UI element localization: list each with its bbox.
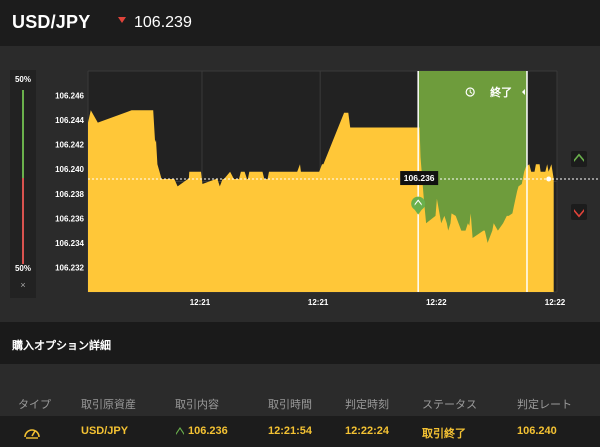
header-content: 取引内容 [175,399,219,411]
header-rate: 判定レート [517,399,572,411]
x-tick-label: 12:21 [190,298,211,307]
y-tick-label: 106.236 [55,214,84,223]
current-rate-label: 106.236 [400,171,439,186]
trend-down-icon [118,17,126,23]
table-row[interactable]: USD/JPY 106.236 12:21:54 12:22:24 取引終了 1… [0,416,600,447]
x-tick-label: 12:22 [426,298,447,307]
purchase-details-title: 購入オプション詳細 [12,340,111,352]
direction-up-icon [176,427,184,435]
buy-high-button[interactable] [571,151,587,167]
y-tick-label: 106.234 [55,239,84,248]
purchase-details-header: 購入オプション詳細 [0,322,600,364]
header-status: ステータス [422,399,477,411]
cell-content: 106.236 [188,425,228,437]
y-tick-label: 106.232 [55,263,84,272]
cell-status: 取引終了 [422,428,466,440]
header-type: タイプ [18,399,51,411]
chevron-down-icon [574,209,584,218]
y-axis-ticks: 106.246 106.244 106.242 106.240 106.238 106.2… [55,92,84,273]
current-price: 106.239 [134,14,192,31]
y-tick-label: 106.246 [55,92,84,101]
header-bar: USD/JPY 106.239 [0,0,600,46]
y-tick-label: 106.238 [55,190,84,199]
x-axis-ticks: 12:21 12:21 12:22 12:22 [190,298,566,307]
x-tick-label: 12:21 [308,298,329,307]
header-asset: 取引原資産 [81,399,136,411]
cell-trade-time: 12:21:54 [268,425,313,437]
gauge-icon [24,429,40,439]
end-label: 終了 [490,85,512,99]
current-rate-dot [546,176,552,182]
y-tick-label: 106.244 [55,116,84,125]
y-tick-label: 106.242 [55,141,84,150]
chevron-up-icon [574,153,584,162]
header-trade-time: 取引時間 [268,399,312,411]
rate-label-text: 106.236 [404,173,435,183]
cell-rate: 106.240 [517,425,557,437]
x-tick-label: 12:22 [545,298,566,307]
header-judge-time: 判定時刻 [345,399,389,411]
buy-low-button[interactable] [571,204,587,220]
cell-asset: USD/JPY [81,425,129,437]
price-chart: 106.246 106.244 106.242 106.240 106.238 106.2… [55,70,600,307]
currency-pair-title: USD/JPY [12,12,91,32]
y-tick-label: 106.240 [55,165,84,174]
table-header: タイプ 取引原資産 取引内容 取引時間 判定時刻 ステータス 判定レート [0,386,600,416]
cell-judge-time: 12:22:24 [345,425,390,437]
